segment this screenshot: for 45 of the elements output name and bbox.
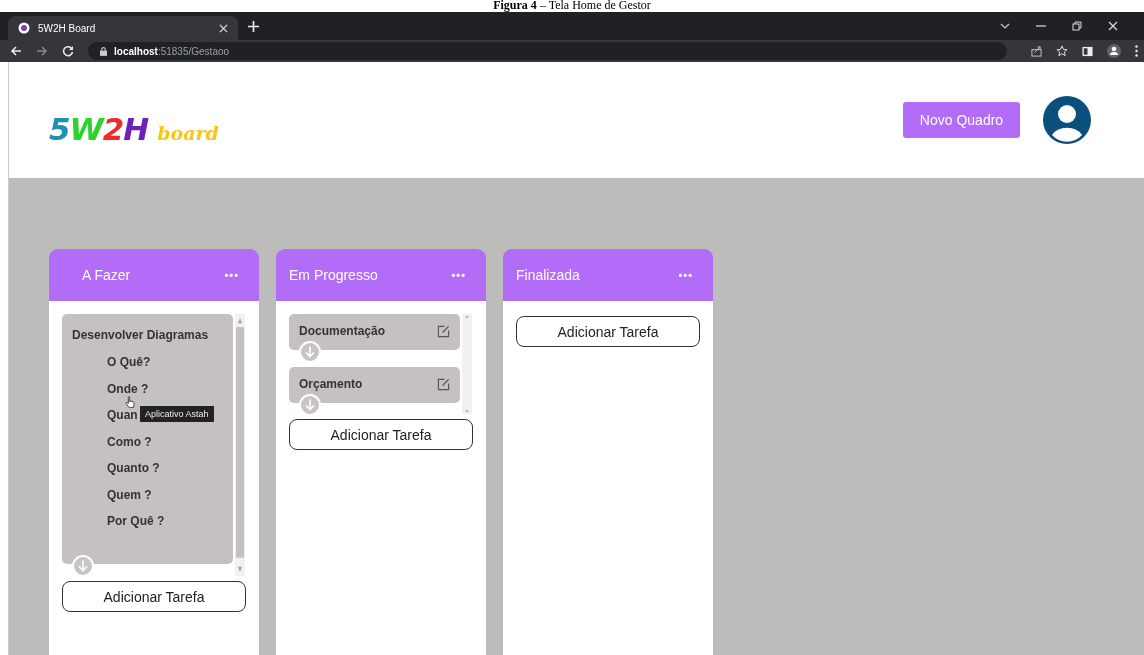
tab-search-icon[interactable] [1000,21,1010,31]
back-icon[interactable] [10,45,22,57]
column-title: Finalizada [516,267,580,283]
question-item: Por Quê ? [107,515,165,528]
task-title: Orçamento [299,377,363,391]
edit-icon[interactable] [437,324,450,338]
forward-icon[interactable] [36,45,48,57]
add-task-button[interactable]: Adicionar Tarefa [62,581,246,612]
share-icon[interactable] [1031,45,1042,57]
scrollbar[interactable] [235,314,245,576]
task-card[interactable]: Documentação [289,314,460,350]
menu-icon[interactable] [1135,45,1138,57]
close-icon[interactable] [219,23,228,33]
add-task-button[interactable]: Adicionar Tarefa [289,419,473,450]
question-item: Quan [107,409,138,422]
reload-icon[interactable] [62,45,74,57]
logo: 5W2H board [49,111,219,147]
figure-caption: Figura 4 – Tela Home de Gestor [493,0,651,12]
column-title: A Fazer [82,267,131,283]
scrollbar[interactable] [462,314,472,414]
task-title: Documentação [299,324,386,338]
lock-icon [100,46,107,56]
star-icon[interactable] [1056,45,1068,57]
new-tab-icon[interactable] [248,20,259,32]
tooltip: Aplicativo Astah [140,406,214,422]
question-item: Quanto ? [107,462,160,475]
add-task-button[interactable]: Adicionar Tarefa [516,316,700,347]
task-card[interactable]: Desenvolver Diagramas O Quê? Onde ? Quan Aplicativo Astah Como ? Quanto ? Quem ? Por Quê ? [62,314,233,564]
site-icon [18,22,30,34]
task-card[interactable]: Orçamento [289,367,460,403]
question-item: Como ? [107,435,152,448]
task-title: Desenvolver Diagramas [72,328,209,342]
question-item: O Quê? [107,356,151,369]
profile-icon[interactable] [1107,44,1121,58]
question-item: Onde ? [107,382,149,395]
browser-tab[interactable]: 5W2H Board [8,16,238,40]
question-item: Quem ? [107,488,152,501]
edit-icon[interactable] [437,377,450,391]
restore-icon[interactable] [1072,21,1082,31]
side-panel-icon[interactable] [1082,45,1093,57]
hand-cursor-icon [125,395,135,409]
close-icon[interactable] [1108,21,1118,31]
avatar-icon[interactable] [1042,95,1092,145]
address-field[interactable]: localhost:51835/Gestaoo [88,42,1007,60]
column-title: Em Progresso [289,267,378,283]
